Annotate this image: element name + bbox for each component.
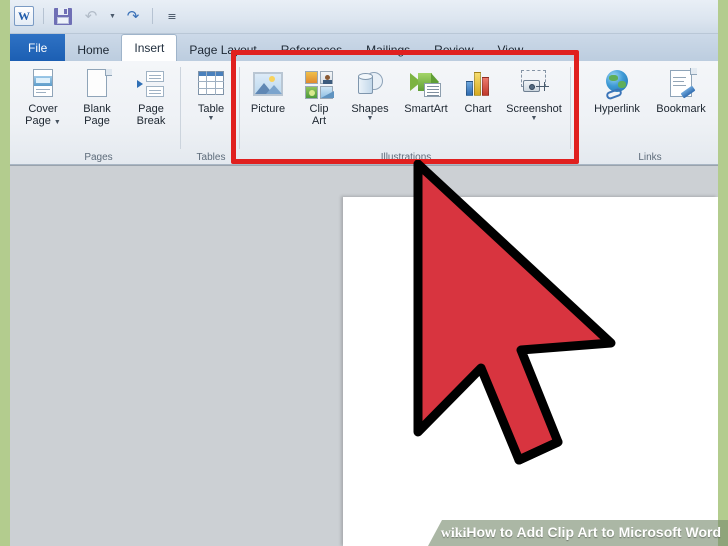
ribbon-tab-strip: File Home Insert Page Layout References Maili…: [10, 34, 718, 61]
watermark-wiki: wiki: [440, 526, 467, 541]
blank-page-label-2: Page: [84, 115, 110, 127]
screenshot-label: Screenshot: [506, 103, 562, 115]
wikihow-watermark: wikiHow to Add Clip Art to Microsoft Wor…: [0, 520, 728, 546]
ribbon-group-illustrations: Picture Clip Art Shapes ▼ SmartArt Chart…: [241, 61, 571, 165]
hyperlink-icon: [601, 68, 633, 101]
group-label-pages: Pages: [84, 152, 113, 163]
smartart-label: SmartArt: [404, 103, 448, 115]
table-button[interactable]: Table ▼: [185, 65, 237, 123]
qat-divider-2: [152, 8, 153, 24]
page-break-button[interactable]: Page Break: [124, 65, 178, 127]
tab-view-label: View: [497, 42, 524, 57]
cover-page-label-1: Cover: [28, 103, 58, 115]
cover-page-icon: [27, 68, 59, 100]
tab-file-label: File: [28, 40, 48, 55]
undo-icon: ↶: [84, 6, 98, 25]
picture-button[interactable]: Picture: [241, 65, 295, 115]
group-divider-3: [570, 67, 571, 149]
chart-button[interactable]: Chart: [455, 65, 501, 115]
tab-references[interactable]: References: [269, 38, 354, 61]
undo-dropdown-button[interactable]: ▼: [107, 4, 117, 28]
tab-references-label: References: [280, 42, 343, 57]
ribbon-group-pages: Cover Page ▼ Blank Page Page Break Pages: [16, 61, 181, 165]
tab-insert[interactable]: Insert: [121, 34, 178, 61]
tab-mailings[interactable]: Mailings: [354, 38, 422, 61]
chevron-down-icon: ▼: [109, 12, 116, 20]
bookmark-icon: [665, 68, 697, 100]
smartart-button[interactable]: SmartArt: [397, 65, 455, 115]
watermark-how: How: [466, 524, 496, 540]
tab-review[interactable]: Review: [422, 38, 485, 61]
chevron-down-icon: ▼: [530, 115, 538, 122]
ribbon-group-tables: Table ▼ Tables: [182, 61, 240, 165]
cover-page-button[interactable]: Cover Page ▼: [16, 65, 70, 127]
page-break-label-2: Break: [136, 115, 166, 127]
bookmark-label: Bookmark: [656, 103, 706, 115]
blank-page-icon: [81, 68, 113, 100]
shapes-icon: [354, 68, 386, 100]
screenshot-button[interactable]: Screenshot ▼: [501, 65, 567, 123]
save-button[interactable]: [51, 4, 75, 28]
tab-review-label: Review: [434, 42, 474, 57]
word-logo-icon: W: [14, 6, 34, 26]
ribbon: Cover Page ▼ Blank Page Page Break Pages…: [10, 61, 718, 165]
save-icon: [54, 7, 72, 25]
chevron-down-icon: ▼: [53, 119, 61, 126]
tab-view[interactable]: View: [486, 38, 536, 61]
watermark-rest: to Add Clip Art to Microsoft Word: [495, 524, 721, 540]
hyperlink-button[interactable]: Hyperlink: [585, 65, 649, 115]
hyperlink-label: Hyperlink: [594, 103, 640, 115]
qat-divider-1: [43, 8, 44, 24]
clip-art-label-1: Clip: [309, 103, 329, 115]
group-divider-2: [239, 67, 240, 149]
cover-page-label-2: Page ▼: [25, 115, 61, 127]
undo-button[interactable]: ↶: [79, 4, 103, 28]
tab-home-label: Home: [77, 42, 110, 57]
clip-art-icon: [303, 68, 335, 100]
group-label-tables: Tables: [196, 152, 226, 163]
screenshot-root: W ↶ ▼ ↷ ≡ File Home Insert Page Layout R…: [0, 0, 728, 546]
blank-page-label-1: Blank: [83, 103, 111, 115]
chevron-down-bar-icon: ≡: [167, 9, 177, 23]
shapes-label: Shapes: [351, 103, 389, 115]
tab-page-layout[interactable]: Page Layout: [177, 38, 268, 61]
quick-access-toolbar: W ↶ ▼ ↷ ≡: [10, 0, 718, 34]
page-break-label-1: Page: [138, 103, 164, 115]
smartart-icon: [410, 68, 442, 100]
tab-page-layout-label: Page Layout: [189, 42, 257, 57]
page-break-icon: [135, 68, 167, 100]
picture-icon: [252, 68, 284, 100]
chevron-down-icon: ▼: [207, 115, 215, 122]
redo-button[interactable]: ↷: [121, 4, 145, 28]
table-label: Table: [197, 103, 225, 115]
word-app-button[interactable]: W: [12, 4, 36, 28]
blank-page-button[interactable]: Blank Page: [70, 65, 124, 127]
tab-mailings-label: Mailings: [366, 42, 411, 57]
group-divider-1: [180, 67, 181, 149]
ribbon-group-links: Hyperlink Bookmark Links: [585, 61, 715, 165]
table-icon: [195, 68, 227, 100]
chart-icon: [462, 68, 494, 100]
tab-insert-label: Insert: [134, 41, 165, 55]
watermark-text: wikiHow to Add Clip Art to Microsoft Wor…: [441, 524, 721, 542]
chart-label: Chart: [464, 103, 492, 115]
chevron-down-icon: ▼: [366, 115, 374, 122]
picture-label: Picture: [250, 103, 286, 115]
tab-file[interactable]: File: [10, 34, 66, 61]
red-mouse-pointer: [413, 160, 616, 465]
bookmark-button[interactable]: Bookmark: [649, 65, 713, 115]
screenshot-icon: [518, 68, 550, 100]
clip-art-label-2: Art: [311, 115, 327, 127]
clip-art-button[interactable]: Clip Art: [295, 65, 343, 127]
redo-icon: ↷: [126, 6, 140, 25]
tab-home[interactable]: Home: [65, 38, 121, 61]
shapes-button[interactable]: Shapes ▼: [343, 65, 397, 123]
customize-qat-button[interactable]: ≡: [160, 4, 184, 28]
